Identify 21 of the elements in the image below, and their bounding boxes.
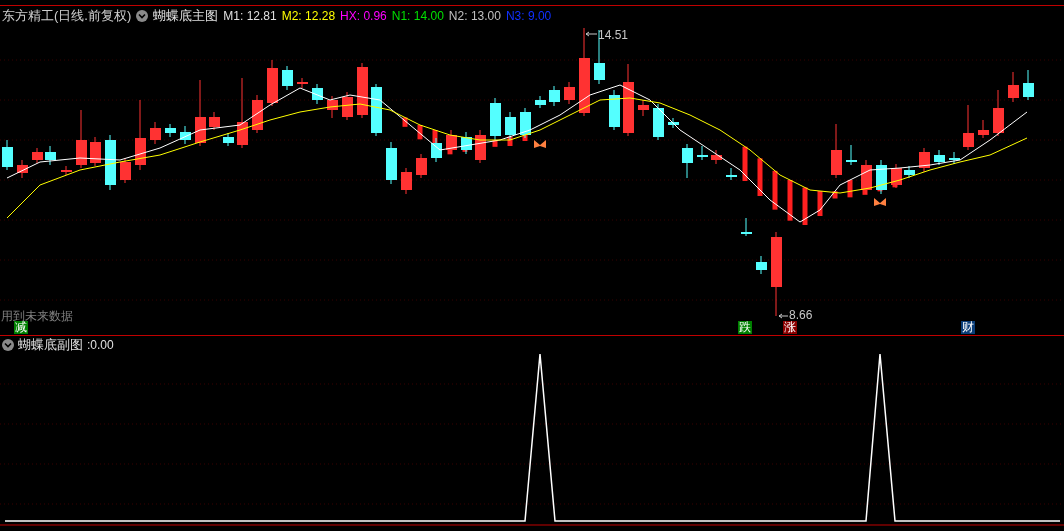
indicator-value: M1: 12.81 (223, 8, 277, 25)
sub-indicator-name: 蝴蝶底副图 (18, 335, 83, 354)
dropdown-icon[interactable] (136, 10, 149, 22)
signal-tag: 减 (14, 321, 28, 334)
indicator-value: N3: 9.00 (505, 8, 552, 25)
leader-line (585, 31, 598, 37)
indicator-name: 蝴蝶底主图 (153, 7, 219, 26)
leader-line (778, 313, 789, 319)
indicator-value: N1: 14.00 (391, 8, 444, 25)
indicator-value: HX: 0.96 (340, 8, 387, 25)
price-label: 8.66 (789, 307, 813, 322)
indicator-value: M2: 12.28 (281, 8, 336, 25)
signal-tag: 财 (961, 321, 975, 334)
signal-tag: 跌 (738, 321, 752, 334)
indicator-value: N2: 13.00 (448, 8, 501, 25)
stock-title: 东方精工(日线.前复权) (2, 7, 132, 26)
sub-indicator-value: :0.00 (87, 336, 114, 354)
dropdown-icon[interactable] (2, 338, 14, 351)
signal-tag: 涨 (783, 321, 797, 334)
butterfly-icon (874, 198, 886, 206)
butterfly-icon (534, 140, 546, 148)
